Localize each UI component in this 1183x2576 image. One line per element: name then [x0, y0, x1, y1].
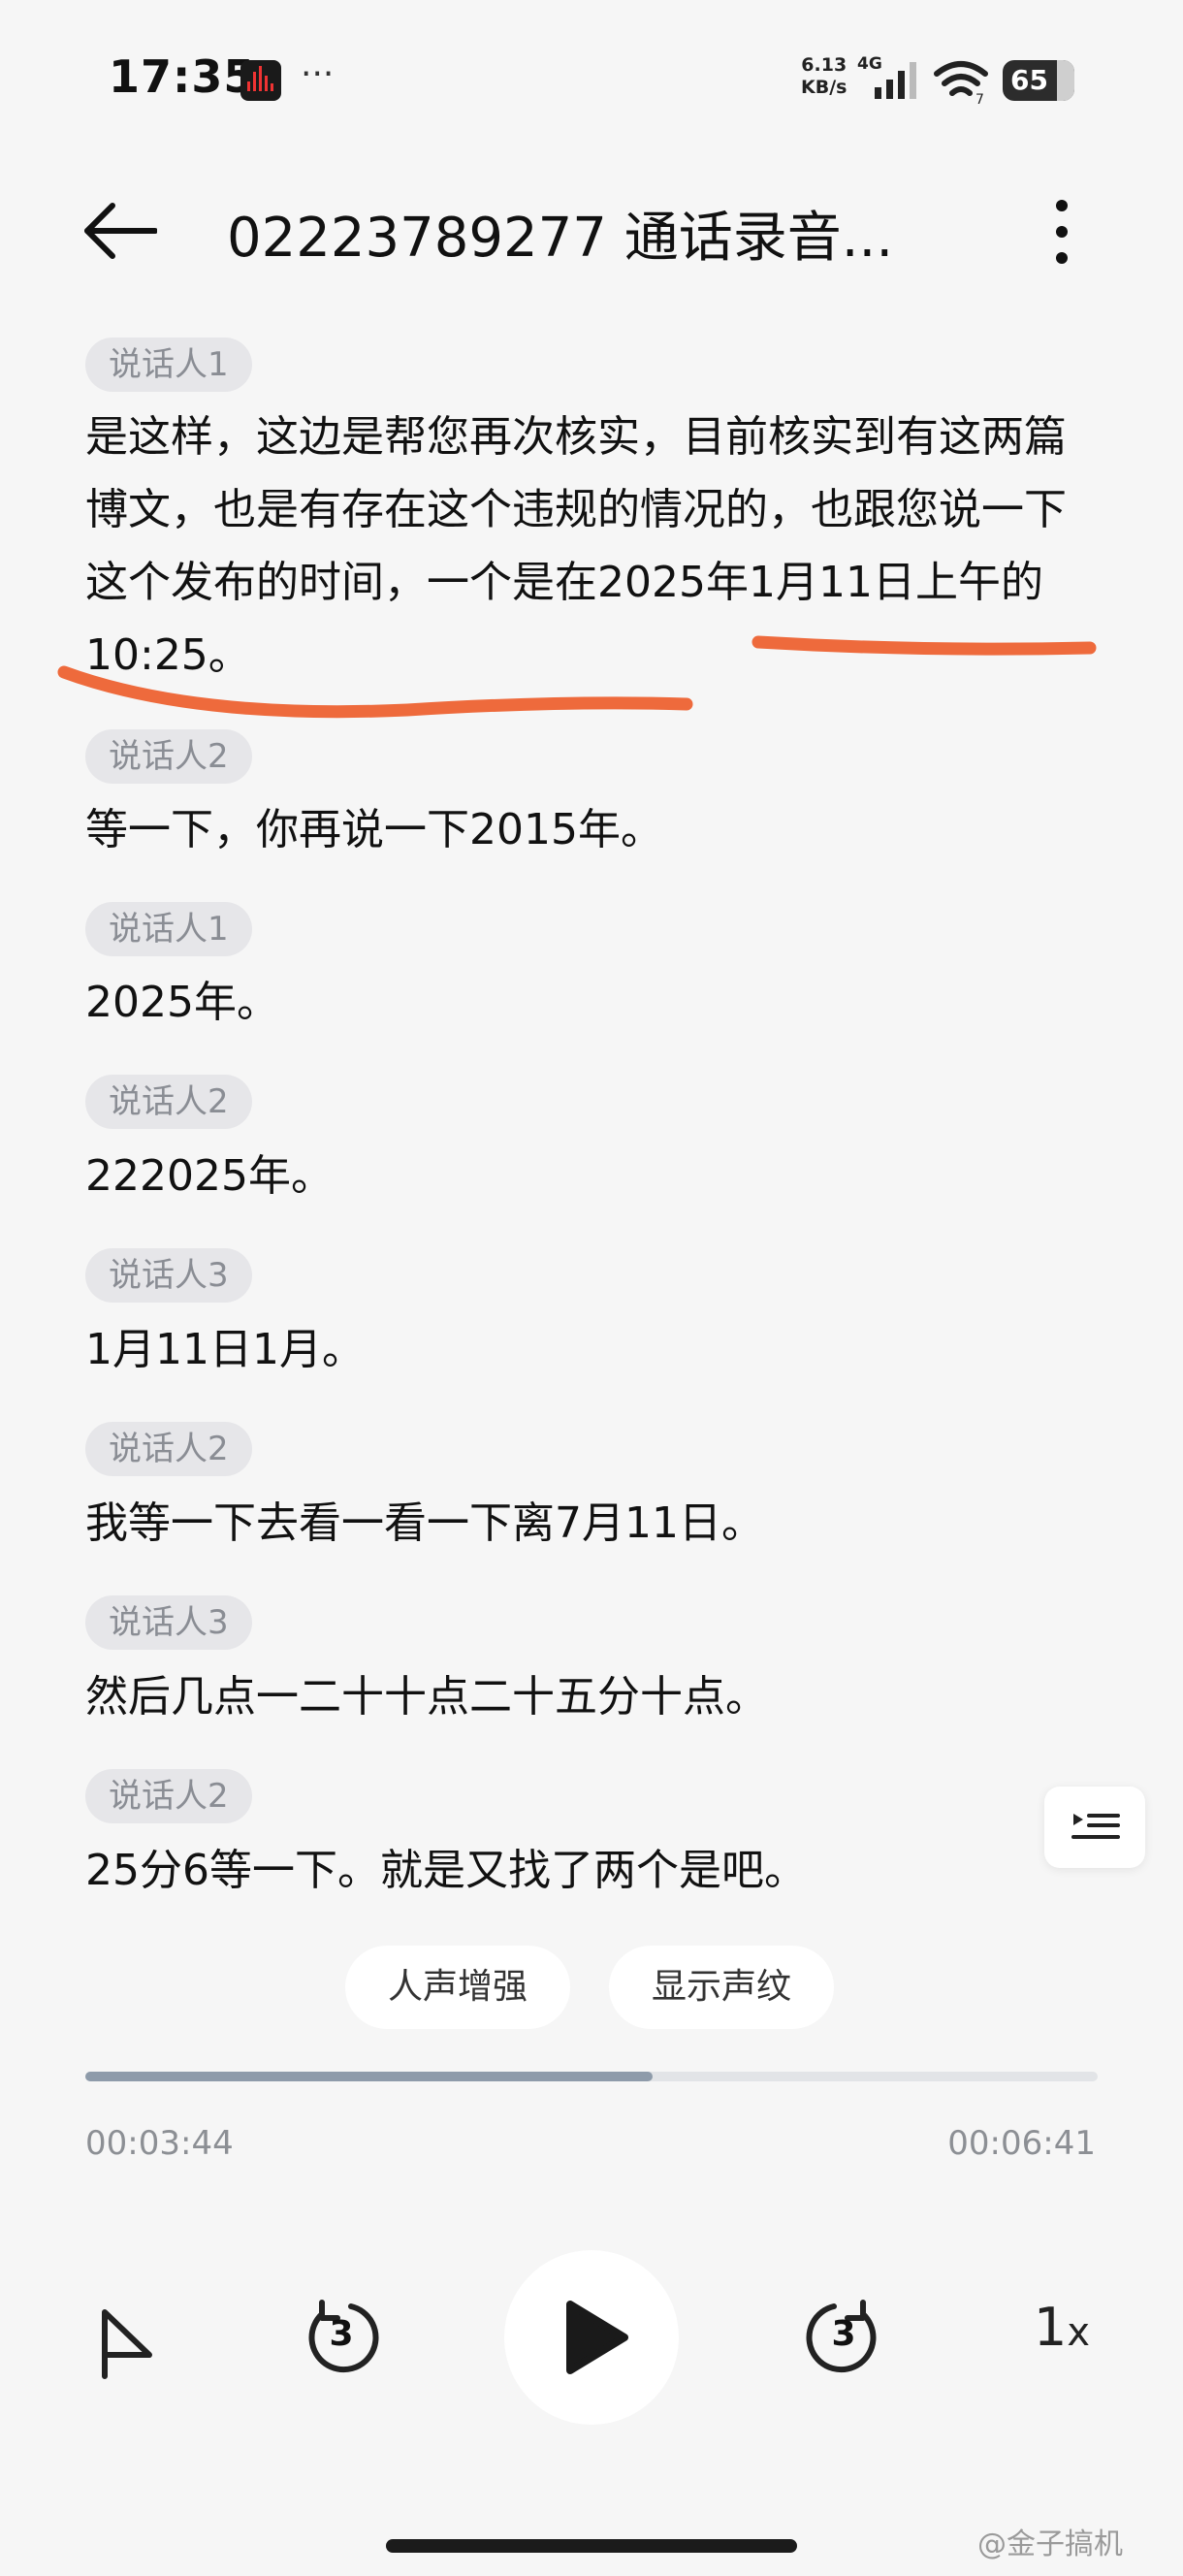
playback-progress-fill — [85, 2072, 653, 2081]
battery-indicator: 65 — [1003, 60, 1074, 101]
speaker-tag: 说话人1 — [85, 338, 252, 392]
utterance-text: 然后几点一二十十点二十五分十点。 — [85, 1672, 768, 1722]
total-time: 00:06:41 — [947, 2124, 1096, 2163]
play-button[interactable] — [504, 2250, 679, 2425]
utterance-text: 1月11日1月。 — [85, 1325, 365, 1374]
status-time: 17:35 — [109, 50, 256, 103]
utterance-text: 25分6等一下。就是又找了两个是吧。 — [85, 1846, 807, 1895]
speaker-tag: 说话人1 — [85, 902, 252, 956]
utterance-text: 222025年。 — [85, 1151, 334, 1201]
play-icon — [566, 2301, 628, 2374]
svg-text:7: 7 — [975, 92, 984, 105]
more-options-icon[interactable] — [1047, 198, 1076, 266]
playback-progress-bar[interactable] — [85, 2072, 1098, 2081]
skip-back-seconds: 3 — [329, 2314, 354, 2354]
speed-unit: x — [1067, 2310, 1091, 2355]
watermark: @金子搞机 — [977, 2528, 1123, 2561]
speaker-tag: 说话人2 — [85, 1422, 252, 1476]
utterance-text: 是这样，这边是帮您再次核实，目前核实到有这两篇博文，也是有存在这个违规的情况的，… — [85, 412, 1067, 680]
speaker-tag: 说话人2 — [85, 1769, 252, 1823]
utterance-text: 2025年。 — [85, 978, 279, 1027]
playback-speed-button[interactable]: 1x — [1034, 2297, 1090, 2358]
page-title: 02223789277 通话录音... — [227, 207, 894, 270]
chapter-list-button[interactable] — [1044, 1787, 1145, 1868]
mark-flag-icon[interactable] — [95, 2306, 157, 2380]
network-speed: 6.13 KB/s — [801, 54, 847, 99]
skip-forward-button[interactable]: 3 — [803, 2297, 884, 2378]
home-indicator[interactable] — [386, 2539, 797, 2553]
speaker-tag: 说话人2 — [85, 729, 252, 784]
wifi-icon: 7 — [934, 61, 988, 105]
recorder-app-icon — [240, 60, 281, 101]
utterance-text: 等一下，你再说一下2015年。 — [85, 805, 663, 854]
network-speed-value: 6.13 — [801, 54, 847, 76]
speaker-tag: 说话人3 — [85, 1248, 252, 1303]
network-speed-unit: KB/s — [801, 77, 847, 98]
skip-forward-seconds: 3 — [831, 2314, 856, 2354]
back-arrow-icon[interactable] — [83, 200, 157, 262]
signal-icon — [875, 62, 916, 99]
show-voiceprint-button[interactable]: 显示声纹 — [609, 1946, 835, 2029]
speed-value: 1 — [1034, 2297, 1068, 2358]
voice-enhance-button[interactable]: 人声增强 — [345, 1946, 571, 2029]
speaker-tag: 说话人2 — [85, 1075, 252, 1129]
skip-back-button[interactable]: 3 — [301, 2297, 382, 2378]
speaker-tag: 说话人3 — [85, 1595, 252, 1650]
battery-level: 65 — [1010, 64, 1048, 96]
elapsed-time: 00:03:44 — [85, 2124, 234, 2163]
more-notifications-icon: ··· — [301, 54, 335, 94]
utterance-text: 我等一下去看一看一下离7月11日。 — [85, 1498, 764, 1548]
list-icon — [1071, 1814, 1120, 1839]
